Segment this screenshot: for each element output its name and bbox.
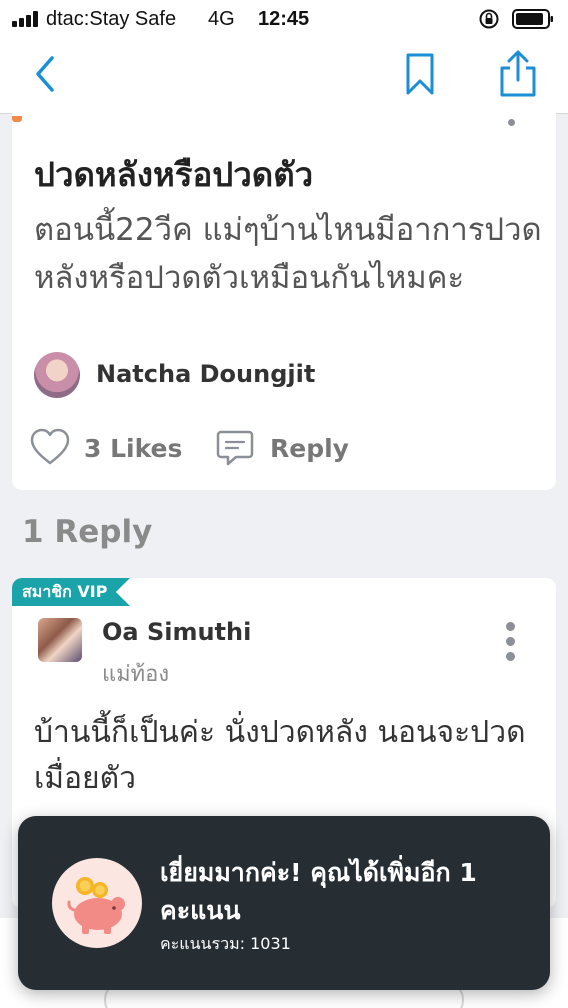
question-body: ตอนนี้22วีค แม่ๆบ้านไหนมีอาการปวดหลังหรื… [34, 212, 542, 296]
reply-count-heading: 1 Reply [22, 514, 153, 550]
reply-author[interactable]: Oa Simuthi [102, 618, 251, 646]
share-icon[interactable] [496, 50, 540, 98]
more-options-icon[interactable] [506, 118, 516, 128]
vip-badge: สมาชิก VIP [12, 578, 130, 606]
navigation-bar [0, 38, 568, 114]
reply-label: Reply [270, 434, 349, 463]
question-title: ปวดหลังหรือปวดตัว [34, 155, 314, 194]
heart-icon [30, 428, 70, 465]
category-tab [12, 116, 22, 122]
status-bar: dtac:Stay Safe 4G 12:45 [0, 0, 568, 38]
reply-author-status: แม่ท้อง [102, 662, 170, 687]
toast-total-points: คะแนนรวม: 1031 [160, 934, 291, 953]
signal-strength-icon [12, 11, 42, 27]
carrier-name: dtac:Stay Safe [46, 8, 177, 30]
like-button[interactable]: 3 Likes [30, 426, 200, 470]
comment-icon [216, 430, 254, 466]
rotation-lock-icon [479, 9, 499, 29]
piggy-bank-coin-icon [52, 858, 142, 948]
battery-icon [512, 9, 553, 29]
points-toast[interactable]: เยี่ยมมากค่ะ! คุณได้เพิ่มอีก 1 คะแนน คะแ… [18, 816, 550, 990]
bookmark-icon[interactable] [404, 52, 436, 96]
back-icon[interactable] [30, 54, 62, 94]
author-avatar[interactable] [34, 352, 80, 398]
reply-author-avatar[interactable] [38, 618, 82, 662]
toast-title: เยี่ยมมากค่ะ! คุณได้เพิ่มอีก 1 คะแนน [160, 858, 477, 925]
question-author[interactable]: Natcha Doungjit [96, 360, 315, 388]
more-options-icon[interactable] [502, 622, 518, 662]
likes-count: 3 Likes [84, 434, 183, 463]
network-type: 4G [208, 8, 235, 30]
clock: 12:45 [258, 8, 310, 30]
question-card: ปวดหลังหรือปวดตัว ตอนนี้22วีค แม่ๆบ้านไห… [12, 108, 556, 490]
reply-body: บ้านนี้ก็เป็นค่ะ นั่งปวดหลัง นอนจะปวดเมื… [34, 715, 526, 796]
reply-button[interactable]: Reply [216, 426, 376, 470]
